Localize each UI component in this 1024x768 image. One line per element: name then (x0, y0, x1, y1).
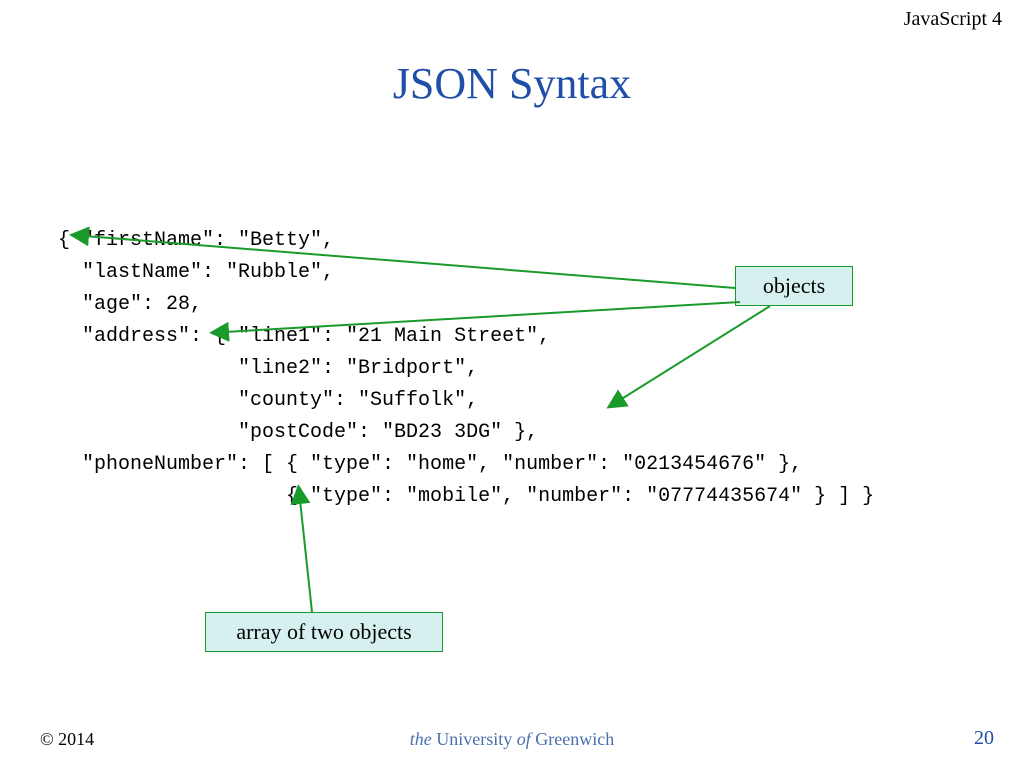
code-line: "address": { "line1": "21 Main Street", (58, 325, 550, 348)
footer-word-greenwich: Greenwich (531, 729, 614, 749)
code-line: "postCode": "BD23 3DG" }, (58, 421, 538, 444)
code-line: "age": 28, (58, 293, 202, 316)
footer-word-the: the (410, 729, 432, 749)
code-line: "lastName": "Rubble", (58, 261, 334, 284)
code-line: "county": "Suffolk", (58, 389, 478, 412)
footer-page-number: 20 (974, 727, 994, 750)
code-line: { "firstName": "Betty", (58, 229, 334, 252)
code-line: { "type": "mobile", "number": "077744356… (58, 485, 874, 508)
footer-word-of: of (517, 729, 531, 749)
footer-affiliation: the University of Greenwich (0, 729, 1024, 750)
header-topic: JavaScript 4 (904, 8, 1002, 31)
code-line: "phoneNumber": [ { "type": "home", "numb… (58, 453, 802, 476)
callout-objects: objects (735, 266, 853, 306)
callout-array: array of two objects (205, 612, 443, 652)
code-line: "line2": "Bridport", (58, 357, 478, 380)
footer-word-university: University (432, 729, 517, 749)
slide-title: JSON Syntax (0, 58, 1024, 109)
